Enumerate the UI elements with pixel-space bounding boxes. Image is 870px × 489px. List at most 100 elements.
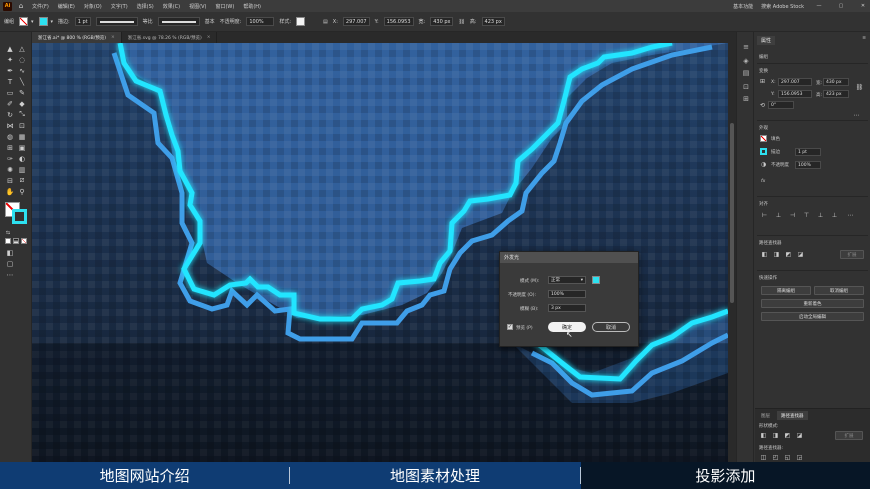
x-field[interactable]: 297.007 [778, 78, 812, 86]
intersect-icon[interactable]: ◩ [785, 251, 792, 258]
screen-mode-icon[interactable]: ▢ [5, 259, 15, 268]
menu-edit[interactable]: 编辑(E) [58, 3, 75, 10]
magic-wand-icon[interactable]: ✦ [5, 55, 15, 64]
y-field[interactable]: 156.0953 [778, 90, 812, 98]
mesh-tool-icon[interactable]: ⊞ [5, 143, 15, 152]
exclude-icon[interactable]: ◪ [797, 251, 804, 258]
align-bottom-icon[interactable]: ⊥ [831, 212, 838, 219]
intersect-icon[interactable]: ◩ [784, 432, 791, 439]
x-field[interactable]: 297.007 [342, 17, 370, 26]
stock-search[interactable]: 搜索 Adobe Stock [761, 3, 804, 10]
none-mode-icon[interactable] [21, 238, 27, 244]
scale-tool-icon[interactable]: ⤡ [17, 110, 27, 119]
curvature-tool-icon[interactable]: ∿ [17, 66, 27, 75]
brush-definition[interactable] [157, 17, 200, 26]
fill-none-swatch[interactable] [760, 135, 767, 142]
crop-icon[interactable]: ◲ [796, 454, 803, 461]
asset-export-icon[interactable]: ⊡ [741, 82, 751, 91]
w-field[interactable]: 430 px [823, 78, 849, 86]
close-window-button[interactable]: ✕ [856, 3, 870, 9]
gradient-tool-icon[interactable]: ▣ [17, 143, 27, 152]
hand-tool-icon[interactable]: ✋ [5, 187, 15, 196]
stroke-weight-field[interactable]: 1 pt [74, 17, 91, 26]
scroll-thumb[interactable] [730, 123, 734, 303]
stroke-weight-field[interactable]: 1 pt [795, 148, 821, 156]
nav-shadow-add[interactable]: 投影添加 [580, 462, 870, 489]
color-mode-icon[interactable] [5, 238, 11, 244]
layers-panel-icon[interactable]: ◈ [741, 56, 751, 65]
stroke-swatch[interactable]: ▾ [38, 17, 53, 26]
align-more-icon[interactable]: ⋯ [847, 212, 854, 219]
swap-fill-stroke-icon[interactable]: ⇆ [4, 228, 12, 237]
shaper-tool-icon[interactable]: ✐ [5, 99, 15, 108]
minus-front-icon[interactable]: ◨ [772, 432, 779, 439]
graphic-style-swatch[interactable] [296, 17, 308, 26]
isolate-group-button[interactable]: 隔离编组 [761, 286, 811, 295]
fill-swatch[interactable]: ▾ [19, 17, 34, 26]
eraser-icon[interactable]: ◆ [17, 99, 27, 108]
tab-layers[interactable]: 图层 [757, 411, 774, 420]
tab-properties[interactable]: 属性 [757, 36, 776, 45]
exclude-icon[interactable]: ◪ [796, 432, 803, 439]
nav-map-sites[interactable]: 地图网站介绍 [0, 462, 289, 489]
cancel-button[interactable]: 取消 [592, 322, 630, 332]
minimize-button[interactable]: — [812, 3, 826, 9]
tab-doc-svg[interactable]: 浙江省.svg @ 78.26 % (RGB/预览) × [122, 32, 218, 43]
symbol-sprayer-icon[interactable]: ✺ [5, 165, 15, 174]
paintbrush-icon[interactable]: ✎ [17, 88, 27, 97]
opacity-field[interactable]: 100% [246, 17, 275, 26]
stroke-swatch[interactable] [760, 148, 767, 155]
divide-icon[interactable]: ◫ [760, 454, 767, 461]
menu-type[interactable]: 文字(T) [111, 3, 128, 10]
trim-icon[interactable]: ◰ [772, 454, 779, 461]
align-left-icon[interactable]: ⊢ [761, 212, 768, 219]
slice-tool-icon[interactable]: ⧄ [17, 176, 27, 185]
lasso-icon[interactable]: ◌ [17, 55, 27, 64]
align-center-icon[interactable]: ⊥ [775, 212, 782, 219]
constrain-proportions-icon[interactable]: ⛓ [856, 84, 864, 91]
close-icon[interactable]: × [111, 35, 115, 40]
libraries-panel-icon[interactable]: ▤ [741, 68, 751, 77]
selection-tool-icon[interactable]: ▲ [5, 44, 15, 53]
maximize-button[interactable]: ▢ [834, 3, 848, 9]
reference-point-icon[interactable]: ⊞ [759, 78, 766, 85]
glow-opacity-field[interactable]: 100% [548, 290, 586, 298]
opacity-field[interactable]: 100% [795, 161, 821, 169]
align-middle-icon[interactable]: ⊥ [817, 212, 824, 219]
rectangle-tool-icon[interactable]: ▭ [5, 88, 15, 97]
link-icon[interactable]: ⛓ [458, 19, 464, 25]
menu-view[interactable]: 视图(V) [189, 3, 206, 10]
more-tools-icon[interactable]: ⋯ [5, 270, 15, 279]
w-field[interactable]: 430 px [430, 17, 454, 26]
artboard-tool-icon[interactable]: ⊟ [5, 176, 15, 185]
gradient-mode-icon[interactable] [13, 238, 19, 244]
type-tool-icon[interactable]: T [5, 77, 15, 86]
menu-effect[interactable]: 效果(C) [163, 3, 180, 10]
align-icon[interactable]: ▤ [323, 19, 328, 25]
graph-tool-icon[interactable]: ▥ [17, 165, 27, 174]
more-options-icon[interactable]: ⋯ [853, 112, 860, 119]
minus-front-icon[interactable]: ◨ [773, 251, 780, 258]
free-transform-icon[interactable]: ⊡ [17, 121, 27, 130]
pen-tool-icon[interactable]: ✒ [5, 66, 15, 75]
zoom-tool-icon[interactable]: ⚲ [17, 187, 27, 196]
menu-window[interactable]: 窗口(W) [215, 3, 234, 10]
menu-file[interactable]: 文件(F) [32, 3, 49, 10]
unite-icon[interactable]: ◧ [761, 251, 768, 258]
fx-icon[interactable]: fx [761, 179, 765, 184]
shape-builder-icon[interactable]: ◍ [5, 132, 15, 141]
line-tool-icon[interactable]: ╲ [17, 77, 27, 86]
draw-mode-icon[interactable]: ◧ [5, 248, 15, 257]
global-edit-button[interactable]: 启动全局编辑 [761, 312, 864, 321]
align-top-icon[interactable]: ⊤ [803, 212, 810, 219]
direct-selection-tool-icon[interactable]: △ [17, 44, 27, 53]
blend-tool-icon[interactable]: ◐ [17, 154, 27, 163]
y-field[interactable]: 156.0953 [383, 17, 414, 26]
preview-checkbox[interactable]: ✓ [507, 324, 513, 330]
variable-width-profile[interactable] [95, 17, 138, 26]
recolor-button[interactable]: 重新着色 [761, 299, 864, 308]
h-field[interactable]: 423 px [481, 17, 505, 26]
blend-mode-select[interactable]: 正常 ▾ [548, 276, 586, 284]
tab-pathfinder[interactable]: 路径查找器 [777, 411, 808, 420]
vertical-scrollbar[interactable] [728, 43, 736, 462]
